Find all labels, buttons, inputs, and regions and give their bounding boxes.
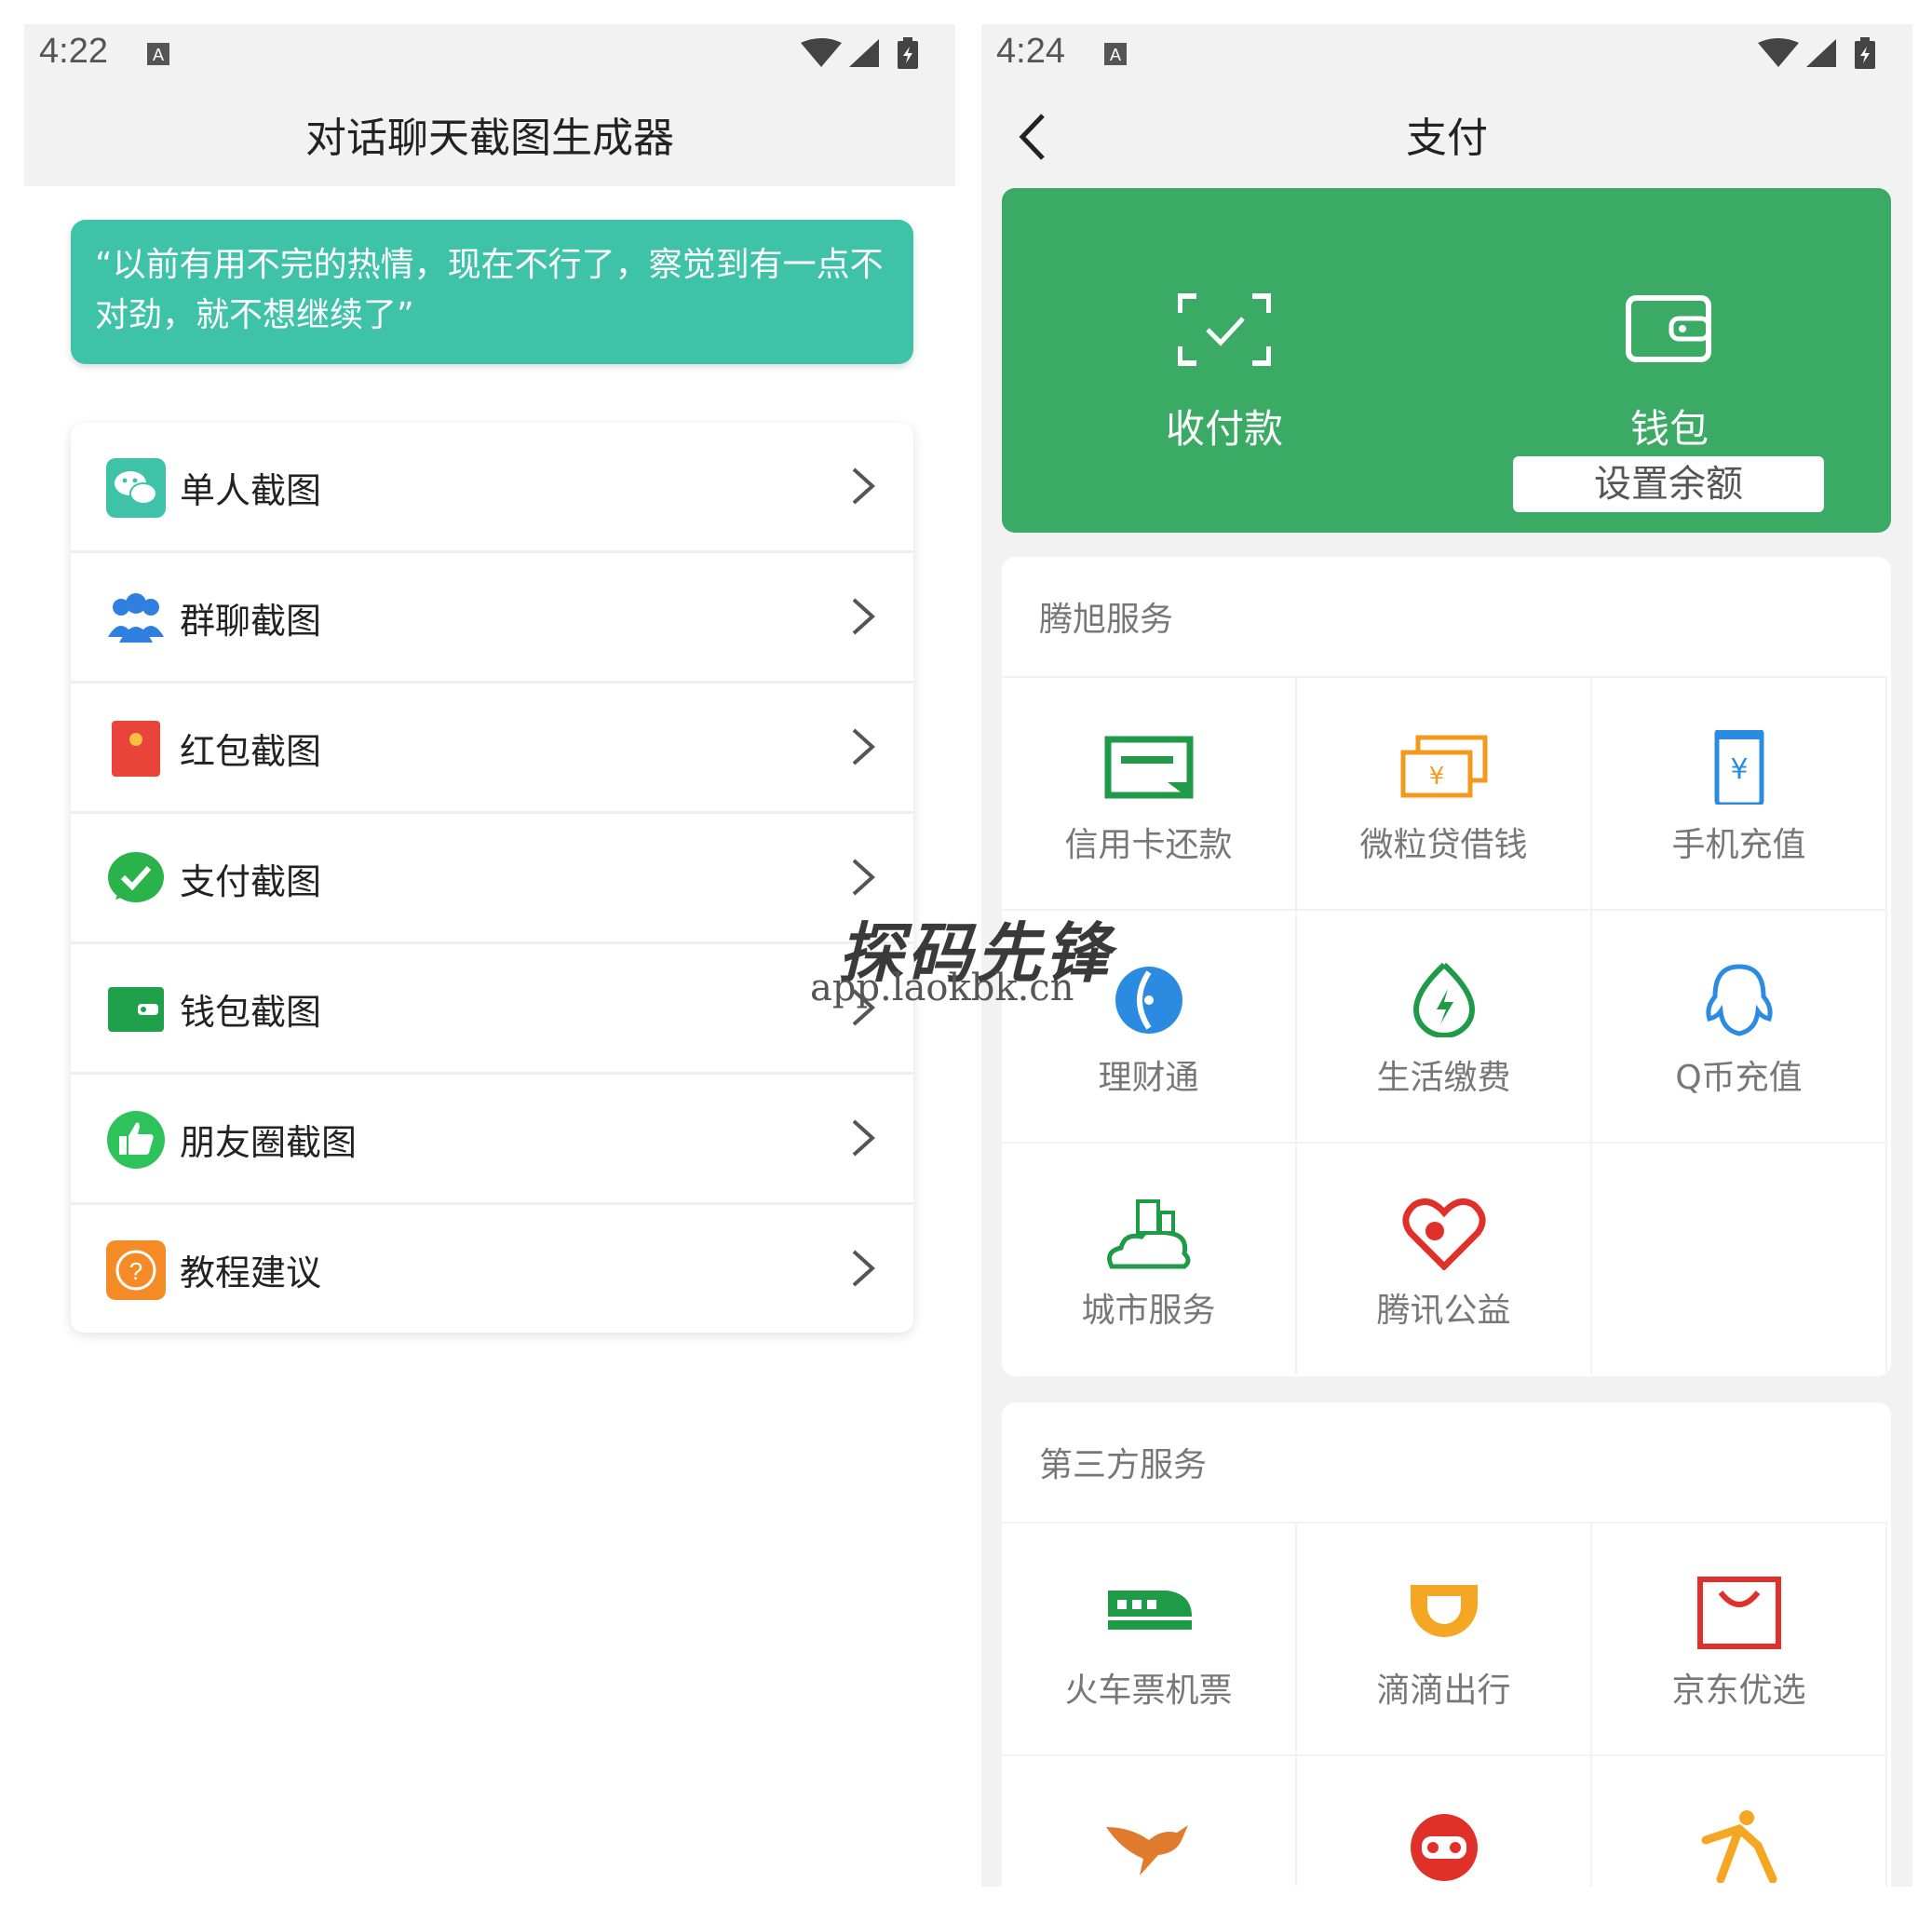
chevron-right-icon [852, 598, 875, 635]
service-loan[interactable]: ¥ 微粒贷借钱 [1297, 676, 1592, 909]
person-icon [1701, 1810, 1777, 1883]
service-label: 信用卡还款 [1064, 826, 1233, 864]
lightning-icon [1412, 963, 1476, 1037]
shopping-bag-icon [1697, 1577, 1781, 1649]
scan-check-icon [1178, 293, 1271, 366]
svg-text:¥: ¥ [1730, 753, 1748, 786]
menu-label: 教程建议 [180, 1252, 322, 1293]
status-bar: 4:24 A [981, 24, 1912, 84]
service-charity[interactable]: 腾讯公益 [1297, 1142, 1592, 1374]
service-phone-topup[interactable]: ¥ 手机充值 [1592, 676, 1887, 909]
svg-text:?: ? [129, 1257, 142, 1285]
service-label: 理财通 [1098, 1059, 1199, 1097]
chevron-right-icon [852, 1250, 875, 1287]
chevron-right-icon [852, 728, 875, 765]
service-label: 火车票机票 [1064, 1672, 1233, 1710]
service-label: 生活缴费 [1376, 1059, 1511, 1097]
svg-text:A: A [1110, 46, 1121, 64]
wechat-icon [106, 458, 166, 518]
third-party-services-card: 第三方服务 火车票机票 滴滴出行 京东优选 [1002, 1402, 1891, 1887]
qq-penguin-icon [1706, 964, 1773, 1036]
cat-icon [1411, 1814, 1478, 1881]
chevron-right-icon [852, 467, 875, 505]
menu-label: 支付截图 [180, 861, 322, 902]
thumbs-up-icon [107, 1111, 165, 1169]
title-bar: 对话聊天截图生成器 [24, 84, 955, 186]
credit-card-icon [1104, 736, 1194, 799]
didi-icon [1411, 1585, 1478, 1637]
menu-item-tutorial[interactable]: ? 教程建议 [71, 1205, 913, 1333]
watermark: 探码先锋 app.laokbk.cn [810, 901, 1145, 1013]
quote-banner: “以前有用不完的热情，现在不行了，察觉到有一点不对劲，就不想继续了” [71, 220, 913, 364]
svg-text:¥: ¥ [1429, 763, 1445, 791]
city-icon [1107, 1199, 1191, 1269]
wallet-icon [1626, 295, 1711, 362]
chevron-right-icon [852, 1119, 875, 1157]
section-header: 第三方服务 [1039, 1446, 1208, 1484]
phone-topup-icon: ¥ [1714, 730, 1764, 805]
svg-text:A: A [153, 46, 164, 64]
service-credit-card[interactable]: 信用卡还款 [1002, 676, 1297, 909]
receive-pay-button[interactable]: 收付款 [1002, 188, 1447, 533]
section-header: 腾旭服务 [1039, 601, 1174, 639]
wallet-label: 钱包 [1629, 406, 1709, 452]
status-time: 4:24 [996, 32, 1065, 71]
menu-list: 单人截图 群聊截图 红包截图 支付截图 钱包截图 朋友圈截图 ? 教程建议 [71, 423, 913, 1333]
help-icon: ? [106, 1240, 166, 1300]
service-meituan[interactable] [1002, 1754, 1297, 1887]
menu-label: 单人截图 [180, 470, 322, 511]
menu-item-group-chat[interactable]: 群聊截图 [71, 553, 913, 684]
money-icon: ¥ [1400, 735, 1488, 798]
kangaroo-icon [1106, 1825, 1188, 1875]
service-utilities[interactable]: 生活缴费 [1297, 909, 1592, 1142]
status-bar: 4:22 A [24, 24, 955, 84]
red-packet-icon [112, 721, 160, 777]
chevron-right-icon [852, 859, 875, 896]
payment-header-card: 收付款 钱包 设置余额 [1002, 188, 1891, 533]
service-label: 城市服务 [1081, 1292, 1216, 1330]
service-tmall[interactable] [1297, 1754, 1592, 1887]
service-empty-cell [1592, 1142, 1887, 1374]
service-jd[interactable]: 京东优选 [1592, 1522, 1887, 1754]
system-status-icons [1758, 37, 1875, 69]
service-label: Q币充值 [1675, 1059, 1803, 1097]
menu-label: 朋友圈截图 [180, 1122, 358, 1163]
page-title: 对话聊天截图生成器 [305, 115, 674, 162]
title-bar: 支付 [981, 84, 1912, 186]
service-didi[interactable]: 滴滴出行 [1297, 1522, 1592, 1754]
service-dianping[interactable] [1592, 1754, 1887, 1887]
service-label: 微粒贷借钱 [1359, 826, 1528, 864]
wallet-icon [108, 987, 164, 1032]
charity-heart-icon [1402, 1198, 1486, 1270]
service-city[interactable]: 城市服务 [1002, 1142, 1297, 1374]
menu-label: 红包截图 [180, 731, 322, 772]
service-label: 手机充值 [1671, 826, 1806, 864]
group-icon [108, 593, 164, 643]
service-train-flight[interactable]: 火车票机票 [1002, 1522, 1297, 1754]
service-qcoin[interactable]: Q币充值 [1592, 909, 1887, 1142]
menu-item-moments[interactable]: 朋友圈截图 [71, 1075, 913, 1205]
notification-icon: A [1104, 43, 1127, 65]
set-balance-button[interactable]: 设置余额 [1513, 456, 1824, 512]
notification-icon: A [147, 43, 169, 65]
receive-pay-label: 收付款 [1165, 406, 1283, 452]
payment-check-icon [108, 852, 164, 902]
status-time: 4:22 [39, 32, 108, 71]
service-label: 腾讯公益 [1376, 1292, 1511, 1330]
watermark-url: app.laokbk.cn [810, 967, 1074, 1009]
menu-item-wallet[interactable]: 钱包截图 [71, 944, 913, 1075]
service-label: 京东优选 [1671, 1672, 1806, 1710]
menu-item-payment[interactable]: 支付截图 [71, 814, 913, 944]
system-status-icons [801, 37, 918, 69]
train-icon [1108, 1591, 1192, 1630]
menu-label: 群聊截图 [180, 601, 322, 642]
page-title: 支付 [1406, 115, 1488, 162]
menu-label: 钱包截图 [180, 992, 322, 1033]
menu-item-single-chat[interactable]: 单人截图 [71, 423, 913, 553]
menu-item-red-packet[interactable]: 红包截图 [71, 684, 913, 814]
service-label: 滴滴出行 [1376, 1672, 1511, 1710]
